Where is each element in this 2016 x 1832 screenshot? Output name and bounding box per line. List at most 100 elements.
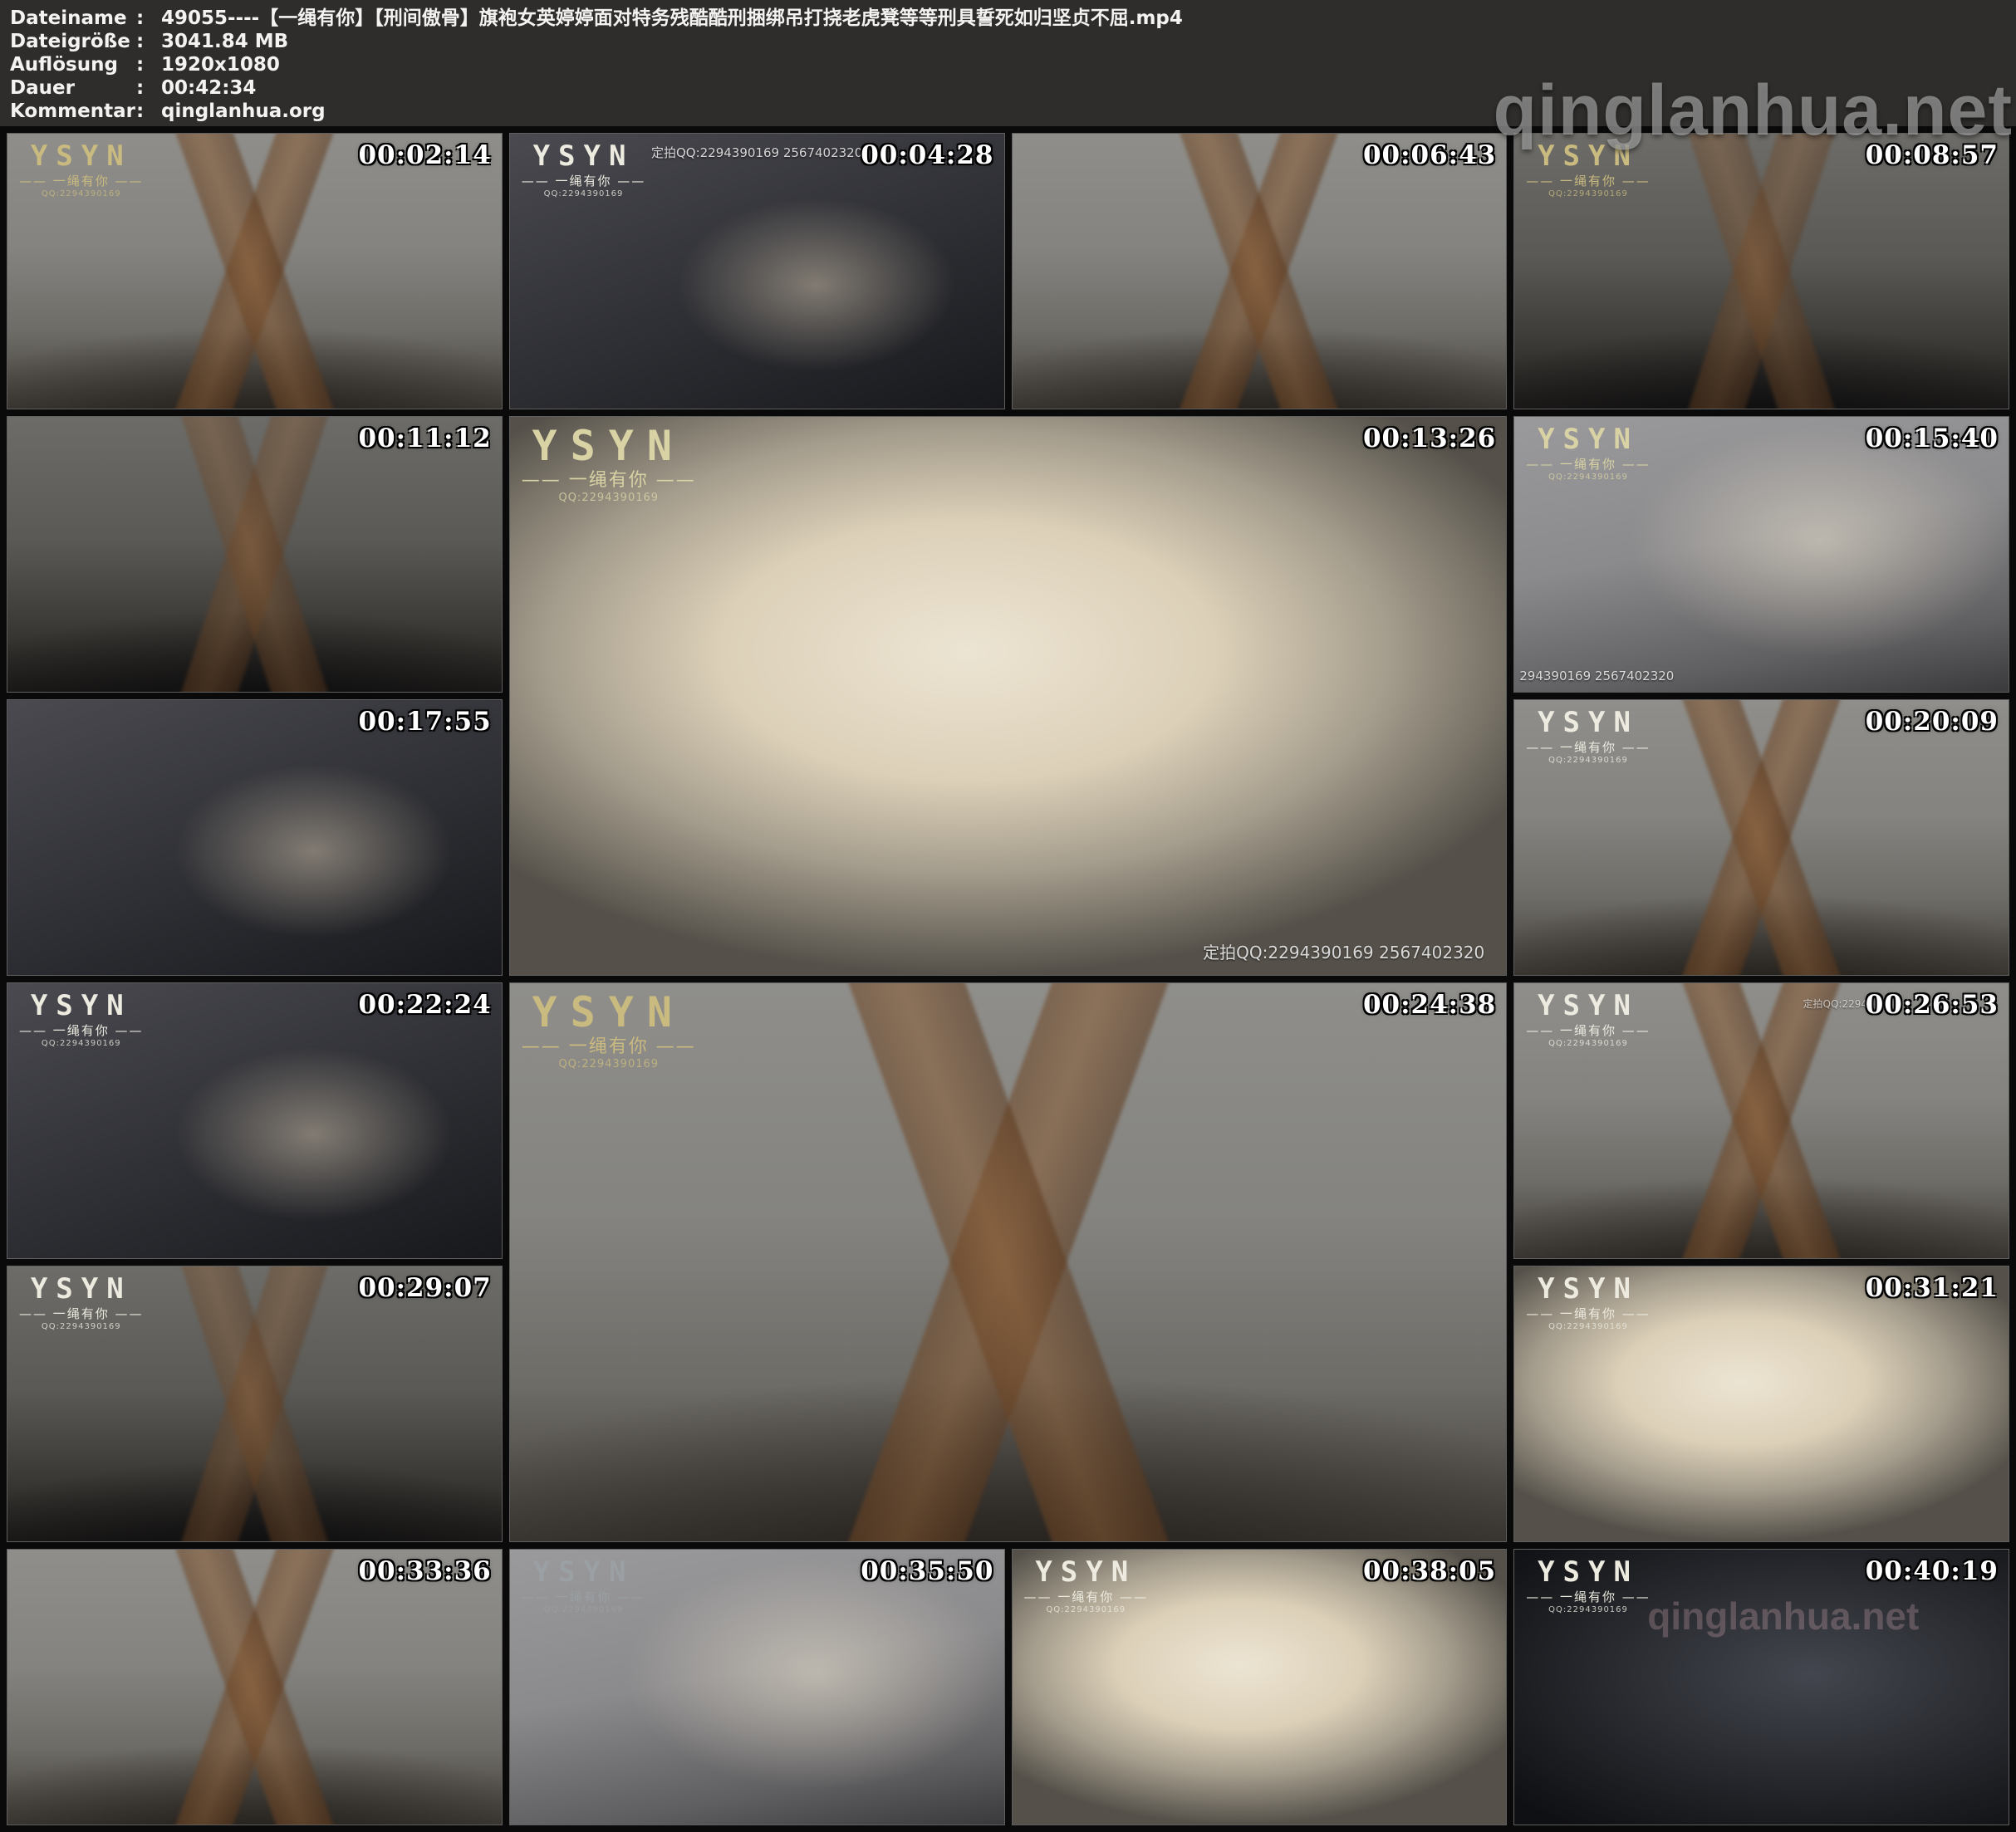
ysyn-logo-qq: QQ:2294390169: [522, 1059, 696, 1070]
field-value-comment: qinglanhua.org: [161, 100, 326, 123]
ysyn-logo-subtitle: —— 一绳有你 ——: [522, 175, 646, 188]
video-thumbnail[interactable]: YSYN —— 一绳有你 —— QQ:2294390169 00:31:21: [1513, 1266, 2009, 1542]
ysyn-logo-subtitle: —— 一绳有你 ——: [1526, 742, 1651, 754]
video-thumbnail[interactable]: 00:17:55: [7, 699, 503, 976]
ysyn-logo-subtitle: —— 一绳有你 ——: [1526, 458, 1651, 471]
timestamp-overlay: 00:29:07: [358, 1273, 491, 1303]
ysyn-logo-qq: QQ:2294390169: [522, 1606, 646, 1614]
ysyn-logo-title: YSYN: [1526, 142, 1651, 170]
ysyn-logo: YSYN —— 一绳有你 —— QQ:2294390169: [522, 992, 696, 1070]
ysyn-logo: YSYN —— 一绳有你 —— QQ:2294390169: [522, 142, 646, 198]
file-info-row: Dateiname:49055----【一绳有你】【刑间傲骨】旗袍女英婷婷面对特…: [10, 7, 2016, 30]
video-thumbnail[interactable]: YSYN —— 一绳有你 —— QQ:2294390169 定拍QQ:22943…: [509, 416, 1508, 976]
timestamp-overlay: 00:26:53: [1866, 990, 1999, 1020]
field-value-resolution: 1920x1080: [161, 53, 280, 76]
ysyn-logo-subtitle: —— 一绳有你 ——: [522, 1038, 696, 1056]
video-thumbnail[interactable]: YSYN —— 一绳有你 —— QQ:2294390169 00:29:07: [7, 1266, 503, 1542]
field-value-duration: 00:42:34: [161, 76, 256, 100]
timestamp-overlay: 00:02:14: [358, 140, 491, 170]
thumbnail-image-placeholder: [7, 1550, 502, 1825]
video-thumbnail[interactable]: 00:11:12: [7, 416, 503, 693]
ysyn-logo-qq: QQ:2294390169: [1526, 190, 1651, 198]
ysyn-logo-subtitle: —— 一绳有你 ——: [19, 1025, 144, 1037]
ysyn-logo-subtitle: —— 一绳有你 ——: [522, 1591, 646, 1604]
ysyn-logo-title: YSYN: [522, 142, 646, 170]
ysyn-logo-qq: QQ:2294390169: [1526, 1040, 1651, 1048]
timestamp-overlay: 00:06:43: [1363, 140, 1496, 170]
timestamp-overlay: 00:31:21: [1866, 1273, 1999, 1303]
ysyn-logo-title: YSYN: [522, 425, 696, 467]
ysyn-logo-qq: QQ:2294390169: [1024, 1606, 1149, 1614]
ysyn-logo: YSYN —— 一绳有你 —— QQ:2294390169: [1024, 1558, 1149, 1614]
ysyn-logo-title: YSYN: [1526, 425, 1651, 453]
video-thumbnail[interactable]: YSYN —— 一绳有你 —— QQ:2294390169 00:38:05: [1012, 1549, 1508, 1825]
ysyn-logo-title: YSYN: [1526, 1558, 1651, 1586]
file-info-header: Dateiname:49055----【一绳有你】【刑间傲骨】旗袍女英婷婷面对特…: [0, 0, 2016, 126]
ysyn-logo-title: YSYN: [522, 992, 696, 1033]
thumbnail-grid: YSYN —— 一绳有你 —— QQ:2294390169 00:02:14 Y…: [0, 126, 2016, 1832]
qq-contact-text: 定拍QQ:2294: [1803, 997, 1867, 1011]
ysyn-logo-title: YSYN: [522, 1558, 646, 1586]
file-info-row: Dauer:00:42:34: [10, 76, 2016, 100]
ysyn-logo-title: YSYN: [19, 142, 144, 170]
video-thumbnail[interactable]: YSYN —— 一绳有你 —— QQ:2294390169 294390169 …: [1513, 416, 2009, 693]
thumbnail-image-placeholder: [7, 417, 502, 692]
ysyn-logo-subtitle: —— 一绳有你 ——: [1024, 1591, 1149, 1604]
video-thumbnail[interactable]: 00:33:36: [7, 1549, 503, 1825]
ysyn-logo: YSYN —— 一绳有你 —— QQ:2294390169: [522, 1558, 646, 1614]
ysyn-logo-qq: QQ:2294390169: [19, 1323, 144, 1331]
field-label-duration: Dauer: [10, 76, 136, 100]
ysyn-logo: YSYN —— 一绳有你 —— QQ:2294390169: [1526, 1558, 1651, 1614]
timestamp-overlay: 00:08:57: [1866, 140, 1999, 170]
ysyn-logo-title: YSYN: [1526, 1275, 1651, 1303]
field-label-comment: Kommentar: [10, 100, 136, 123]
ysyn-logo-title: YSYN: [1024, 1558, 1149, 1586]
video-thumbnail[interactable]: YSYN —— 一绳有你 —— QQ:2294390169 qinglanhua…: [1513, 1549, 2009, 1825]
thumb-watermark: qinglanhua.net: [1647, 1594, 1919, 1639]
ysyn-logo-subtitle: —— 一绳有你 ——: [1526, 1025, 1651, 1037]
qq-contact-text: 定拍QQ:2294390169 2567402320: [651, 144, 862, 161]
video-thumbnail[interactable]: YSYN —— 一绳有你 —— QQ:2294390169 00:24:38: [509, 982, 1508, 1542]
ysyn-logo: YSYN —— 一绳有你 —— QQ:2294390169: [1526, 992, 1651, 1048]
timestamp-overlay: 00:11:12: [358, 424, 491, 453]
video-thumbnail[interactable]: YSYN —— 一绳有你 —— QQ:2294390169 00:08:57: [1513, 133, 2009, 409]
ysyn-logo-subtitle: —— 一绳有你 ——: [1526, 1591, 1651, 1604]
video-thumbnail[interactable]: YSYN —— 一绳有你 —— QQ:2294390169 00:20:09: [1513, 699, 2009, 976]
qq-contact-text: 294390169 2567402320: [1519, 669, 1674, 683]
timestamp-overlay: 00:24:38: [1363, 990, 1496, 1020]
timestamp-overlay: 00:22:24: [358, 990, 491, 1020]
timestamp-overlay: 00:35:50: [861, 1556, 993, 1586]
timestamp-overlay: 00:13:26: [1363, 424, 1496, 453]
field-label-filesize: Dateigröße: [10, 30, 136, 53]
ysyn-logo-qq: QQ:2294390169: [19, 190, 144, 198]
video-thumbnail[interactable]: YSYN —— 一绳有你 —— QQ:2294390169 定拍QQ:2294 …: [1513, 982, 2009, 1259]
timestamp-overlay: 00:17:55: [358, 707, 491, 737]
ysyn-logo: YSYN —— 一绳有你 —— QQ:2294390169: [1526, 1275, 1651, 1331]
field-label-filename: Dateiname: [10, 7, 136, 30]
ysyn-logo-qq: QQ:2294390169: [1526, 1323, 1651, 1331]
field-label-resolution: Auflösung: [10, 53, 136, 76]
ysyn-logo-title: YSYN: [19, 992, 144, 1020]
ysyn-logo: YSYN —— 一绳有你 —— QQ:2294390169: [1526, 425, 1651, 482]
ysyn-logo-subtitle: —— 一绳有你 ——: [1526, 175, 1651, 188]
ysyn-logo-title: YSYN: [1526, 992, 1651, 1020]
field-value-filename: 49055----【一绳有你】【刑间傲骨】旗袍女英婷婷面对特务残酷酷刑捆绑吊打挠…: [161, 7, 1183, 30]
field-value-filesize: 3041.84 MB: [161, 30, 288, 53]
ysyn-logo-qq: QQ:2294390169: [522, 190, 646, 198]
file-info-row: Dateigröße:3041.84 MB: [10, 30, 2016, 53]
video-thumbnail[interactable]: YSYN —— 一绳有你 —— QQ:2294390169 00:22:24: [7, 982, 503, 1259]
ysyn-logo-title: YSYN: [1526, 708, 1651, 737]
file-info-row: Auflösung:1920x1080: [10, 53, 2016, 76]
timestamp-overlay: 00:33:36: [358, 1556, 491, 1586]
ysyn-logo-subtitle: —— 一绳有你 ——: [1526, 1308, 1651, 1320]
video-thumbnail[interactable]: 00:06:43: [1012, 133, 1508, 409]
ysyn-logo: YSYN —— 一绳有你 —— QQ:2294390169: [1526, 142, 1651, 198]
ysyn-logo-title: YSYN: [19, 1275, 144, 1303]
timestamp-overlay: 00:40:19: [1866, 1556, 1999, 1586]
video-thumbnail[interactable]: YSYN —— 一绳有你 —— QQ:2294390169 00:35:50: [509, 1549, 1005, 1825]
ysyn-logo-qq: QQ:2294390169: [522, 492, 696, 503]
thumbnail-image-placeholder: [1013, 134, 1507, 409]
video-thumbnail[interactable]: YSYN —— 一绳有你 —— QQ:2294390169 定拍QQ:22943…: [509, 133, 1005, 409]
ysyn-logo-qq: QQ:2294390169: [19, 1040, 144, 1048]
video-thumbnail[interactable]: YSYN —— 一绳有你 —— QQ:2294390169 00:02:14: [7, 133, 503, 409]
